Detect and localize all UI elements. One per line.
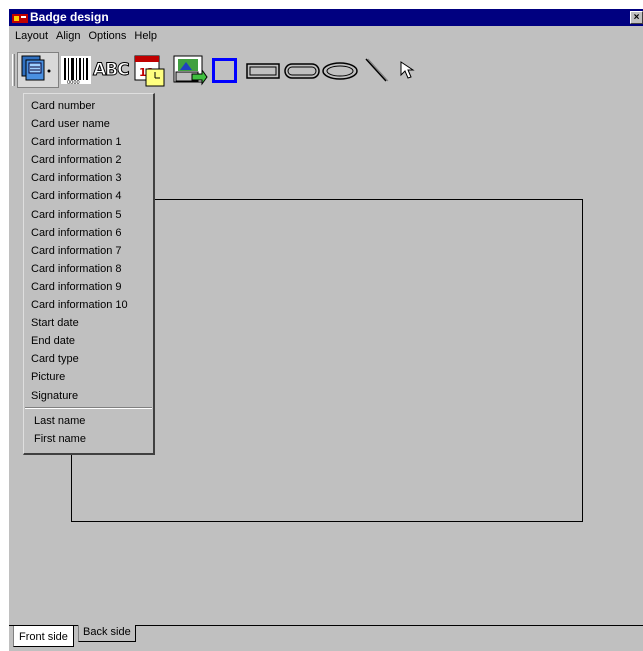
title-bar[interactable]: Badge design × (9, 9, 643, 26)
picture-import-icon[interactable] (172, 54, 208, 91)
rectangle-icon[interactable] (246, 63, 280, 82)
field-dropdown-menu: Card number Card user name Card informat… (23, 93, 155, 455)
menu-item-first-name[interactable]: First name (24, 430, 153, 448)
menu-item-card-user-name[interactable]: Card user name (24, 115, 153, 133)
menu-layout[interactable]: Layout (11, 27, 52, 45)
close-button[interactable]: × (630, 11, 643, 24)
menu-item-card-information-8[interactable]: Card information 8 (24, 260, 153, 278)
menu-item-card-information-1[interactable]: Card information 1 (24, 133, 153, 151)
line-icon[interactable] (363, 56, 389, 87)
window-title: Badge design (30, 10, 109, 24)
menu-item-card-number[interactable]: Card number (24, 97, 153, 115)
menu-item-card-information-9[interactable]: Card information 9 (24, 278, 153, 296)
side-tabs-bar: Front side Back side (9, 622, 643, 651)
menu-item-card-information-2[interactable]: Card information 2 (24, 151, 153, 169)
menu-help[interactable]: Help (130, 27, 161, 45)
menu-item-card-information-3[interactable]: Card information 3 (24, 169, 153, 187)
menu-item-card-type[interactable]: Card type (24, 350, 153, 368)
ellipse-icon[interactable] (322, 62, 358, 83)
menu-bar: Layout Align Options Help (9, 27, 643, 45)
menu-item-signature[interactable]: Signature (24, 387, 153, 405)
menu-item-end-date[interactable]: End date (24, 332, 153, 350)
date-calendar-icon[interactable]: 12 (133, 54, 167, 91)
menu-item-card-information-6[interactable]: Card information 6 (24, 224, 153, 242)
field-list-icon[interactable] (17, 52, 59, 88)
square-icon[interactable] (212, 58, 237, 83)
menu-options[interactable]: Options (85, 27, 131, 45)
pointer-icon[interactable] (399, 60, 417, 83)
badge-design-window: Badge design × Layout Align Options Help (9, 9, 643, 651)
menu-item-start-date[interactable]: Start date (24, 314, 153, 332)
tab-back-side[interactable]: Back side (78, 625, 136, 642)
menu-item-card-information-4[interactable]: Card information 4 (24, 187, 153, 205)
tab-front-side[interactable]: Front side (13, 626, 74, 647)
menu-align[interactable]: Align (52, 27, 84, 45)
menu-item-card-information-7[interactable]: Card information 7 (24, 242, 153, 260)
text-abc-icon[interactable]: ABC (93, 60, 131, 81)
menu-item-picture[interactable]: Picture (24, 368, 153, 386)
menu-item-last-name[interactable]: Last name (24, 412, 153, 430)
barcode-icon[interactable]: 0000 (61, 54, 91, 89)
menu-item-card-information-10[interactable]: Card information 10 (24, 296, 153, 314)
menu-item-card-information-5[interactable]: Card information 5 (24, 206, 153, 224)
svg-text:0000: 0000 (67, 80, 80, 86)
toolbar: 0000 ABC 12 (9, 46, 643, 92)
menu-separator (25, 406, 152, 409)
rounded-rectangle-icon[interactable] (284, 63, 320, 82)
toolbar-grip (12, 54, 16, 89)
app-icon (12, 12, 28, 24)
